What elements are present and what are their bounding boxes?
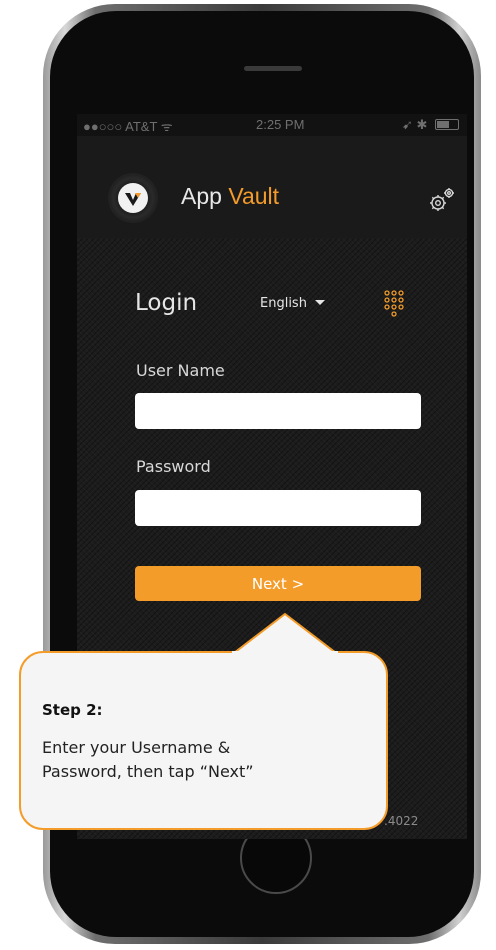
status-time: 2:25 PM [256, 117, 305, 132]
chevron-down-icon [314, 300, 325, 305]
callout-title: Step 2: [42, 701, 103, 719]
status-bar: ●●○○○ AT&T ᯤ 2:25 PM ➹ ✱ [77, 114, 467, 136]
language-label: English [260, 296, 307, 311]
callout-line-2: Password, then tap “Next” [42, 762, 254, 781]
login-title: Login [135, 290, 198, 316]
version-number: .4022 [384, 814, 419, 828]
username-label: User Name [136, 361, 225, 380]
password-input[interactable] [135, 490, 421, 526]
settings-gears-icon[interactable] [426, 184, 458, 216]
password-label: Password [136, 457, 211, 476]
language-select[interactable]: English [260, 296, 325, 311]
status-right: ➹ ✱ [402, 117, 459, 133]
callout-line-1: Enter your Username & [42, 738, 231, 757]
app-logo-icon [118, 183, 148, 213]
app-title-vault: Vault [228, 183, 280, 209]
status-icons: ➹ ✱ [401, 117, 428, 132]
callout-pointer [230, 612, 340, 656]
app-header: App Vault [77, 136, 467, 238]
username-input[interactable] [135, 393, 421, 429]
carrier-signal: ●●○○○ AT&T ᯤ [83, 119, 173, 134]
app-title-app: App [181, 183, 222, 209]
callout-body: Enter your Username & Password, then tap… [42, 736, 342, 784]
callout-pointer-mask [232, 651, 338, 655]
app-title: App Vault [181, 183, 279, 210]
earpiece-speaker [244, 66, 302, 71]
next-button[interactable]: Next > [135, 566, 421, 601]
battery-icon [435, 119, 459, 130]
keypad-icon[interactable] [384, 290, 404, 322]
